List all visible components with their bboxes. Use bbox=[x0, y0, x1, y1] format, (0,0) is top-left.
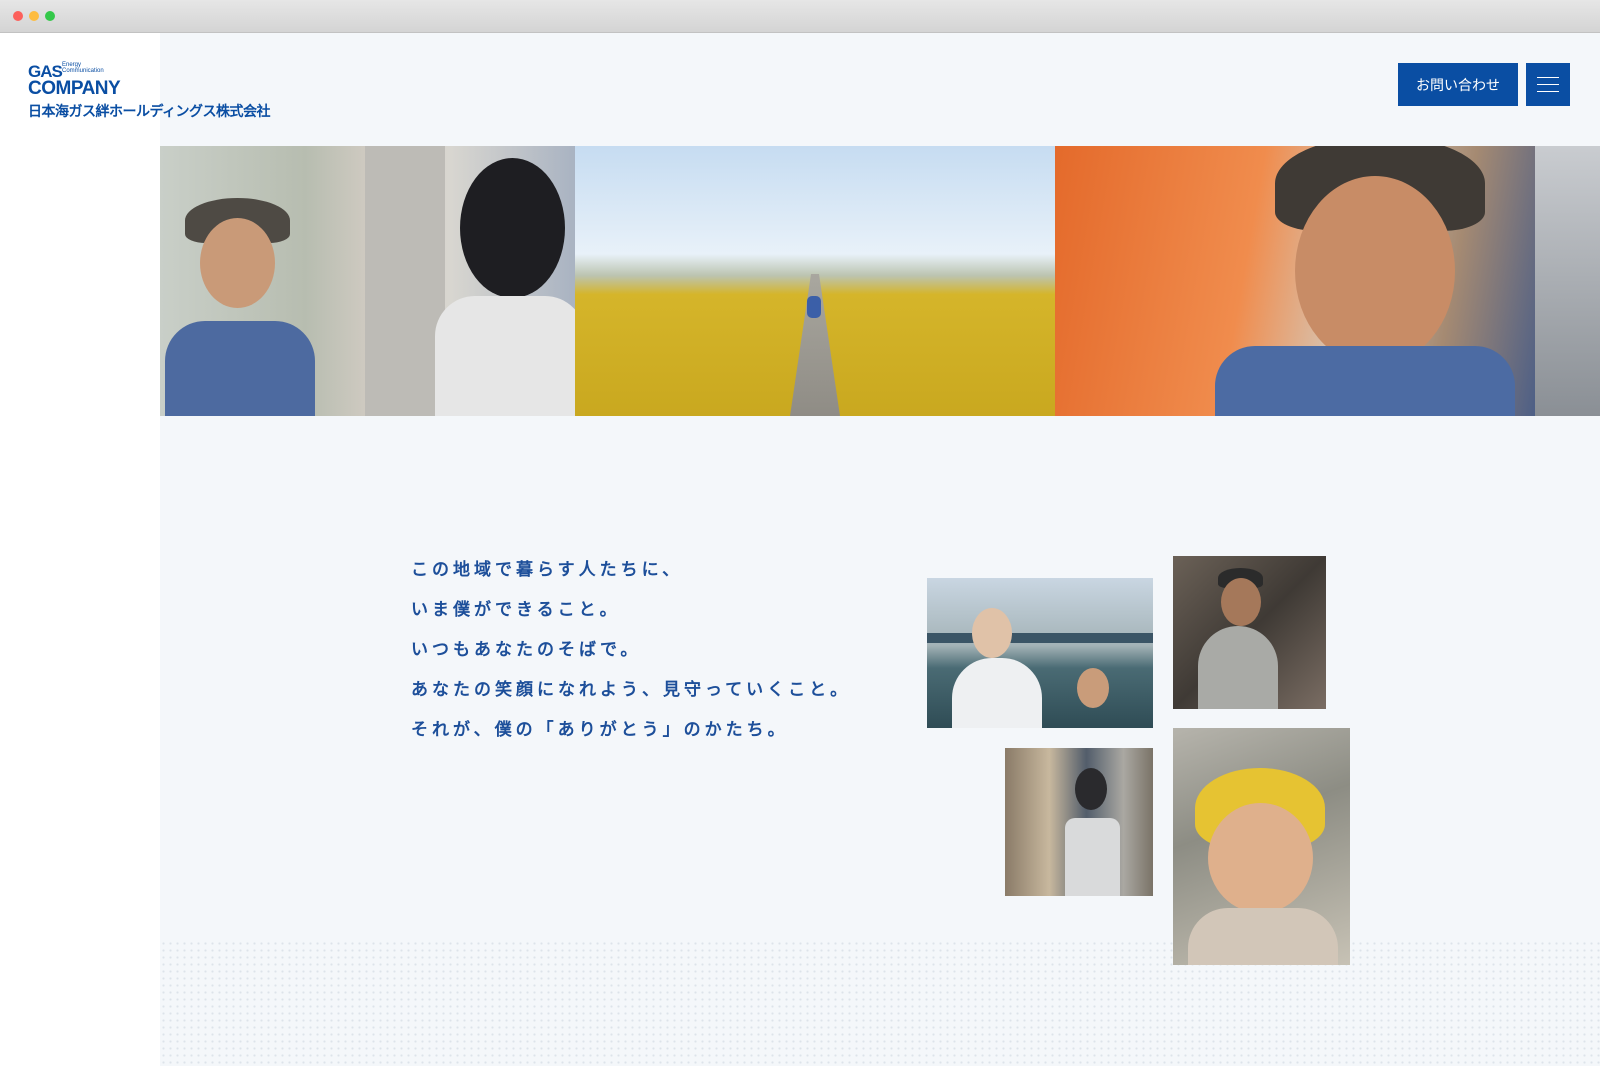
face bbox=[1077, 668, 1109, 708]
photo-cook-in-kitchen bbox=[1173, 556, 1326, 709]
head bbox=[1075, 768, 1107, 810]
hero-photo-smiling-boy bbox=[1055, 146, 1535, 416]
logo-tagline: Energy Communication bbox=[62, 62, 104, 74]
photo-boy-in-doorway bbox=[1005, 748, 1153, 896]
bridge bbox=[927, 633, 1153, 643]
message-copy: この地域で暮らす人たちに、 いま僕ができること。 いつもあなたのそばで。 あなた… bbox=[411, 560, 851, 760]
shirt bbox=[435, 296, 575, 416]
dotted-pattern bbox=[160, 940, 1600, 1066]
logo-mark: GAS Energy Communication bbox=[28, 62, 270, 81]
message-line: この地域で暮らす人たちに、 bbox=[411, 560, 684, 580]
company-name: 日本海ガス絆ホールディングス株式会社 bbox=[28, 104, 271, 120]
menu-button[interactable] bbox=[1526, 63, 1570, 106]
hero-photo-edge bbox=[1535, 146, 1600, 416]
face bbox=[1295, 176, 1455, 366]
hero-photo-rice-field bbox=[575, 146, 1055, 416]
shirt bbox=[952, 658, 1042, 728]
hero-photo-two-men bbox=[160, 146, 575, 416]
cyclist bbox=[807, 296, 821, 318]
hamburger-menu-icon bbox=[1537, 84, 1559, 85]
photo-child-yellow-hat bbox=[1173, 728, 1350, 965]
message-line: いま僕ができること。 bbox=[411, 600, 621, 620]
close-window-icon[interactable] bbox=[13, 11, 23, 21]
shirt bbox=[1215, 346, 1515, 416]
hamburger-menu-icon bbox=[1537, 91, 1559, 92]
message-line: それが、僕の「ありがとう」のかたち。 bbox=[411, 720, 789, 740]
head bbox=[460, 158, 565, 298]
logo-tagline-2: Communication bbox=[62, 68, 104, 74]
pillar bbox=[365, 146, 445, 416]
left-margin bbox=[0, 33, 160, 1066]
face bbox=[1208, 803, 1313, 913]
logo-company-text: COMPANY bbox=[28, 78, 121, 99]
browser-chrome bbox=[0, 0, 1600, 33]
message-line: いつもあなたのそばで。 bbox=[411, 640, 642, 660]
hero-strip bbox=[160, 146, 1600, 416]
minimize-window-icon[interactable] bbox=[29, 11, 39, 21]
hamburger-menu-icon bbox=[1537, 77, 1559, 78]
shirt bbox=[1198, 626, 1278, 709]
face bbox=[1221, 578, 1261, 626]
shirt bbox=[1065, 818, 1120, 896]
contact-button[interactable]: お問い合わせ bbox=[1398, 63, 1518, 106]
photo-woman-and-girl bbox=[927, 578, 1153, 728]
logo-gas-text: GAS bbox=[28, 62, 63, 81]
company-logo[interactable]: GAS Energy Communication COMPANY 日本海ガス絆ホ… bbox=[28, 62, 271, 121]
face bbox=[972, 608, 1012, 658]
face bbox=[200, 218, 275, 308]
message-line: あなたの笑顔になれよう、見守っていくこと。 bbox=[411, 680, 852, 700]
shirt bbox=[1188, 908, 1338, 965]
shirt bbox=[165, 321, 315, 416]
maximize-window-icon[interactable] bbox=[45, 11, 55, 21]
